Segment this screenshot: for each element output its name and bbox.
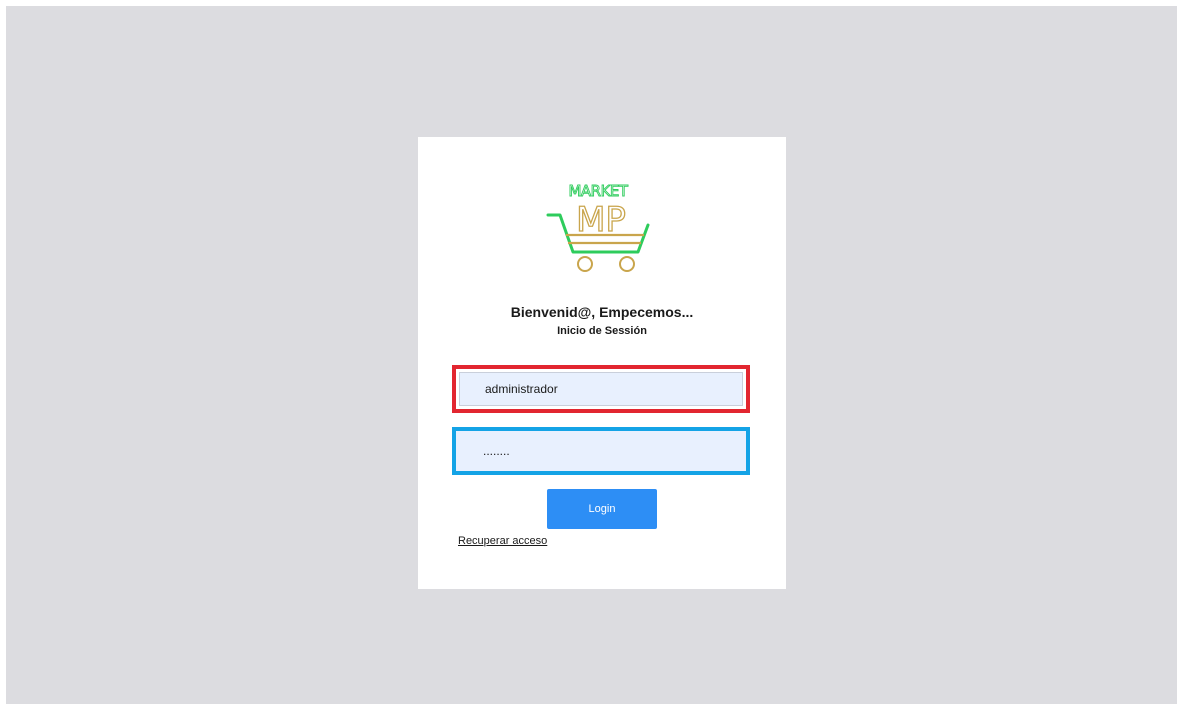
login-card: MARKET MP Bienvenid@, Empecemos... Inici… [418, 137, 786, 589]
market-mp-logo: MARKET MP [546, 183, 650, 277]
password-input[interactable] [456, 431, 746, 471]
username-input[interactable] [459, 372, 743, 406]
password-highlight-frame [452, 427, 750, 475]
login-button[interactable]: Login [547, 489, 657, 529]
page-background: MARKET MP Bienvenid@, Empecemos... Inici… [6, 6, 1177, 704]
login-subtitle: Inicio de Sessión [557, 325, 647, 337]
shopping-cart-logo-icon: MARKET MP [546, 183, 650, 272]
welcome-heading: Bienvenid@, Empecemos... [510, 304, 694, 320]
username-highlight-frame [452, 365, 750, 413]
recover-access-link[interactable]: Recuperar acceso [458, 535, 547, 547]
svg-text:MARKET: MARKET [568, 183, 628, 200]
